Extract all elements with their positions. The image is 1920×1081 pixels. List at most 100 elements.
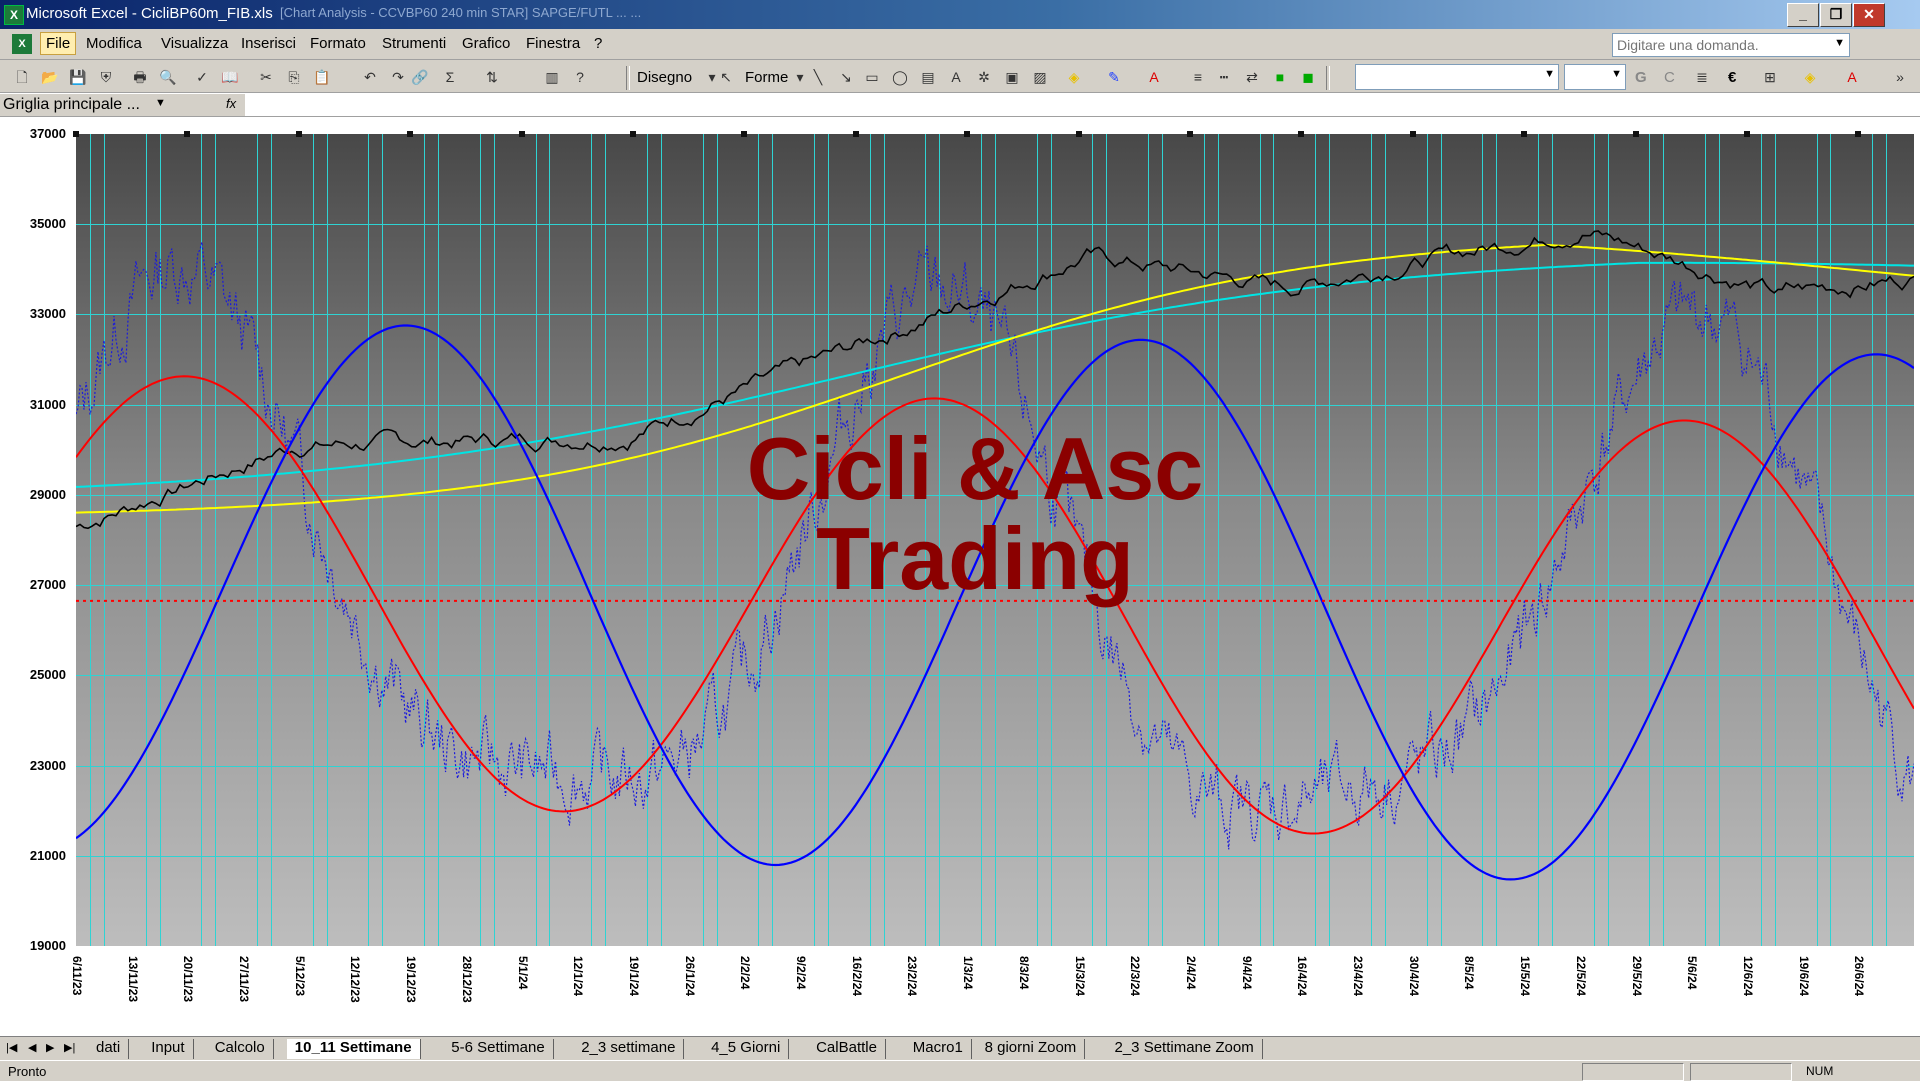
print-icon[interactable]: 🖶: [130, 67, 150, 87]
sort-icon[interactable]: ⇅: [482, 67, 502, 87]
dash-style-icon[interactable]: ┅: [1214, 67, 1234, 87]
font-size-combo[interactable]: ▼: [1564, 64, 1626, 90]
formula-bar[interactable]: [0, 93, 1920, 117]
forme-menu[interactable]: Forme: [745, 69, 788, 86]
align-icon[interactable]: ≣: [1692, 67, 1712, 87]
sheet-tab[interactable]: 5-6 Settimane: [443, 1039, 554, 1059]
chevron-down-icon[interactable]: ▼: [1611, 68, 1622, 80]
diagram-icon[interactable]: ✲: [974, 67, 994, 87]
menu-visualizza[interactable]: Visualizza: [161, 35, 228, 52]
menu-formato[interactable]: Formato: [310, 35, 366, 52]
wordart-icon[interactable]: A: [946, 67, 966, 87]
fill-color-icon[interactable]: ◈: [1064, 67, 1084, 87]
menu-finestra[interactable]: Finestra: [526, 35, 580, 52]
borders-icon[interactable]: ⊞: [1760, 67, 1780, 87]
permission-icon[interactable]: ⛨: [96, 67, 116, 87]
sheet-tab[interactable]: Input: [143, 1039, 194, 1059]
save-icon[interactable]: 💾: [68, 67, 88, 87]
background-window-title: [Chart Analysis - CCVBP60 240 min STAR] …: [280, 5, 642, 20]
first-sheet-icon[interactable]: |◀: [6, 1041, 17, 1054]
font-color-icon[interactable]: A: [1144, 67, 1164, 87]
line-style-icon[interactable]: ≡: [1188, 67, 1208, 87]
copy-icon[interactable]: ⎘: [284, 67, 304, 87]
menu-grafico[interactable]: Grafico: [462, 35, 510, 52]
close-button[interactable]: ✕: [1853, 3, 1885, 27]
font-name-combo[interactable]: ▼: [1355, 64, 1559, 90]
print-preview-icon[interactable]: 🔍: [158, 67, 178, 87]
ask-question-input[interactable]: [1613, 34, 1831, 56]
shadow-icon[interactable]: ■: [1270, 67, 1290, 87]
workbook-icon[interactable]: X: [12, 34, 32, 54]
italic-button[interactable]: C: [1664, 69, 1675, 86]
name-box-value: Griglia principale ...: [3, 96, 140, 113]
chevron-down-icon[interactable]: ▼: [1544, 68, 1555, 80]
open-icon[interactable]: 📂: [40, 67, 60, 87]
3d-icon[interactable]: ◼: [1298, 67, 1318, 87]
next-sheet-icon[interactable]: ▶: [46, 1041, 54, 1054]
menu-modifica[interactable]: Modifica: [86, 35, 142, 52]
last-sheet-icon[interactable]: ▶|: [64, 1041, 75, 1054]
select-pointer-icon[interactable]: ↖: [716, 67, 736, 87]
undo-icon[interactable]: ↶: [360, 67, 380, 87]
arrow-icon[interactable]: ↘: [836, 67, 856, 87]
menu-file[interactable]: File: [40, 32, 77, 55]
textbox-icon[interactable]: ▤: [918, 67, 938, 87]
x-tick-label: 30/4/24: [1406, 956, 1421, 997]
sheet-tab[interactable]: CalBattle: [808, 1039, 886, 1059]
chevron-down-icon[interactable]: ▾: [790, 67, 810, 87]
prev-sheet-icon[interactable]: ◀: [28, 1041, 36, 1054]
sheet-tab[interactable]: dati: [88, 1039, 130, 1059]
toolbar-options-icon[interactable]: »: [1890, 67, 1910, 87]
cut-icon[interactable]: ✂: [256, 67, 276, 87]
sheet-tab[interactable]: 10_11 Settimane: [286, 1039, 421, 1059]
fx-icon[interactable]: fx: [226, 96, 236, 111]
line-icon[interactable]: ╲: [808, 67, 828, 87]
paste-icon[interactable]: 📋: [312, 67, 332, 87]
picture-icon[interactable]: ▨: [1030, 67, 1050, 87]
line-color-icon[interactable]: ✎: [1104, 67, 1124, 87]
sheet-tab[interactable]: 8 giorni Zoom: [977, 1039, 1086, 1059]
chevron-down-icon[interactable]: ▼: [1834, 37, 1845, 49]
x-tick-label: 26/1/24: [682, 956, 697, 997]
spelling-icon[interactable]: ✓: [192, 67, 212, 87]
chart-wizard-icon[interactable]: ▥: [542, 67, 562, 87]
arrow-style-icon[interactable]: ⇄: [1242, 67, 1262, 87]
hyperlink-icon[interactable]: 🔗: [410, 67, 430, 87]
x-tick-label: 6/11/23: [70, 956, 84, 996]
status-text: Pronto: [8, 1064, 47, 1079]
name-box[interactable]: Griglia principale ... ▼ fx: [0, 94, 245, 116]
x-tick-label: 22/3/24: [1128, 956, 1143, 997]
new-icon[interactable]: 🗋: [12, 67, 32, 87]
excel-app-icon[interactable]: X: [4, 5, 24, 25]
menu-help[interactable]: ?: [594, 35, 602, 52]
price-line: [76, 230, 1914, 530]
ask-question-box[interactable]: ▼: [1612, 33, 1850, 57]
sheet-tab[interactable]: 2_3 settimane: [573, 1039, 685, 1059]
chevron-down-icon[interactable]: ▼: [155, 97, 166, 109]
rectangle-icon[interactable]: ▭: [862, 67, 882, 87]
menu-strumenti[interactable]: Strumenti: [382, 35, 446, 52]
menu-inserisci[interactable]: Inserisci: [241, 35, 296, 52]
red-cycle-line: [76, 375, 1914, 835]
y-tick-label: 25000: [29, 667, 66, 683]
x-tick-label: 12/1/24: [571, 956, 586, 997]
disegno-menu[interactable]: Disegno: [637, 69, 692, 86]
maximize-button[interactable]: ❐: [1820, 3, 1852, 27]
font-color-icon[interactable]: A: [1842, 67, 1862, 87]
x-tick-label: 15/3/24: [1072, 956, 1087, 997]
oval-icon[interactable]: ◯: [890, 67, 910, 87]
sheet-tab[interactable]: Macro1: [905, 1039, 972, 1059]
redo-icon[interactable]: ↷: [388, 67, 408, 87]
sheet-tab[interactable]: Calcolo: [207, 1039, 274, 1059]
sheet-tab[interactable]: 4_5 Giorni: [703, 1039, 790, 1059]
autosum-icon[interactable]: Σ: [440, 67, 460, 87]
highlight-icon[interactable]: ◈: [1800, 67, 1820, 87]
clipart-icon[interactable]: ▣: [1002, 67, 1022, 87]
currency-button[interactable]: €: [1728, 69, 1736, 86]
help-icon[interactable]: ?: [570, 67, 590, 87]
minimize-button[interactable]: _: [1787, 3, 1819, 27]
research-icon[interactable]: 📖: [220, 67, 240, 87]
bold-button[interactable]: G: [1635, 69, 1647, 86]
y-tick-label: 35000: [29, 216, 66, 232]
sheet-tab[interactable]: 2_3 Settimane Zoom: [1107, 1039, 1263, 1059]
